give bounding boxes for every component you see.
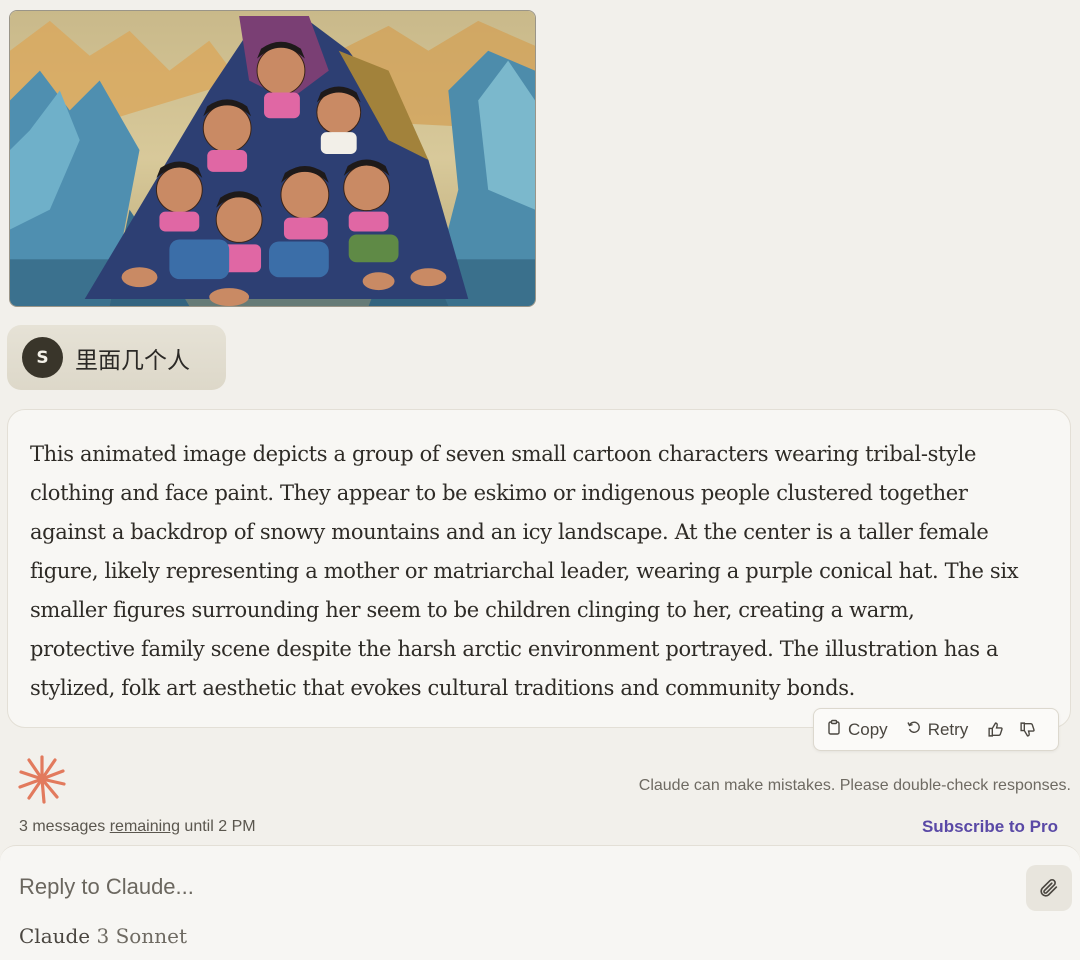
user-avatar[interactable]: S [22,337,63,378]
copy-label: Copy [848,719,888,739]
subscribe-to-pro-link[interactable]: Subscribe to Pro [922,817,1058,837]
user-message-text: 里面几个人 [75,347,190,374]
assistant-message: This animated image depicts a group of s… [7,409,1071,728]
disclaimer-text: Claude can make mistakes. Please double-… [638,777,1071,794]
paperclip-icon [1040,878,1058,897]
thumbs-up-button[interactable] [984,719,1006,741]
retry-icon [906,719,922,740]
model-selector[interactable]: Claude 3 Sonnet [19,924,187,948]
message-actions: Copy Retry [813,708,1059,751]
limit-prefix: 3 messages [19,818,110,835]
claude-logo-icon [17,754,67,804]
model-brand: Claude [19,924,91,948]
limit-suffix: until 2 PM [179,818,256,835]
illustration-image [10,11,535,306]
thumbs-down-button[interactable] [1016,719,1038,741]
thumbs-down-icon [1020,722,1035,737]
assistant-message-text: This animated image depicts a group of s… [30,442,1019,700]
composer: Claude 3 Sonnet [0,845,1080,960]
attach-button[interactable] [1026,865,1072,911]
thumbs-up-icon [988,722,1003,737]
remaining-link[interactable]: remaining [110,818,180,835]
clipboard-icon [826,719,842,740]
model-version: 3 Sonnet [96,924,187,948]
copy-button[interactable]: Copy [826,719,888,740]
reply-input[interactable] [19,874,999,900]
user-message: S 里面几个人 [7,325,226,390]
retry-label: Retry [927,719,969,739]
image-attachment[interactable] [9,10,536,307]
message-limit-notice: 3 messages remaining until 2 PM [19,818,256,836]
retry-button[interactable]: Retry [906,719,969,740]
